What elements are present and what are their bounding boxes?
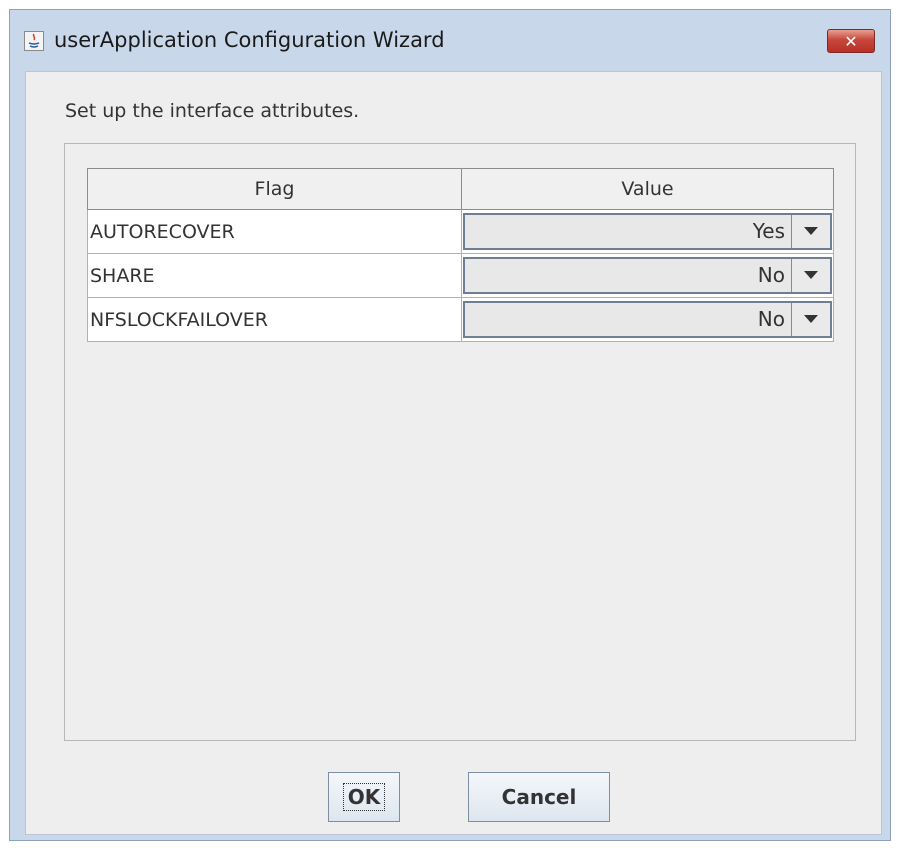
dropdown-selected-value: No <box>757 307 785 331</box>
window-title: userApplication Configuration Wizard <box>54 28 445 52</box>
cancel-button[interactable]: Cancel <box>468 772 610 822</box>
value-cell: No <box>461 253 834 298</box>
attributes-table: Flag Value AUTORECOVER Yes SHARE No NFSL… <box>87 168 834 342</box>
value-cell: Yes <box>461 209 834 254</box>
dropdown-selected-value: No <box>757 263 785 287</box>
chevron-down-icon[interactable] <box>791 259 830 292</box>
table-panel: Flag Value AUTORECOVER Yes SHARE No NFSL… <box>64 143 856 741</box>
java-icon <box>24 31 44 51</box>
value-cell: No <box>461 297 834 342</box>
dialog-content: Set up the interface attributes. Flag Va… <box>25 71 882 835</box>
value-dropdown[interactable]: No <box>463 257 832 294</box>
flag-cell[interactable]: AUTORECOVER <box>87 209 462 254</box>
chevron-down-icon[interactable] <box>791 215 830 248</box>
column-header-value[interactable]: Value <box>461 168 834 210</box>
flag-cell[interactable]: SHARE <box>87 253 462 298</box>
close-icon: ✕ <box>844 31 858 51</box>
table-row: NFSLOCKFAILOVER No <box>87 297 834 342</box>
ok-button[interactable]: OK <box>328 772 400 822</box>
value-dropdown[interactable]: No <box>463 301 832 338</box>
table-row: AUTORECOVER Yes <box>87 209 834 254</box>
close-button[interactable]: ✕ <box>827 29 875 53</box>
dropdown-selected-value: Yes <box>752 219 785 243</box>
instruction-text: Set up the interface attributes. <box>65 100 360 122</box>
dialog-window: userApplication Configuration Wizard ✕ S… <box>9 9 891 841</box>
chevron-down-icon[interactable] <box>791 303 830 336</box>
table-header-row: Flag Value <box>87 168 834 210</box>
column-header-flag[interactable]: Flag <box>87 168 462 210</box>
ok-button-label: OK <box>342 783 386 811</box>
flag-cell[interactable]: NFSLOCKFAILOVER <box>87 297 462 342</box>
title-bar[interactable]: userApplication Configuration Wizard ✕ <box>10 10 890 70</box>
value-dropdown[interactable]: Yes <box>463 213 832 250</box>
table-row: SHARE No <box>87 253 834 298</box>
